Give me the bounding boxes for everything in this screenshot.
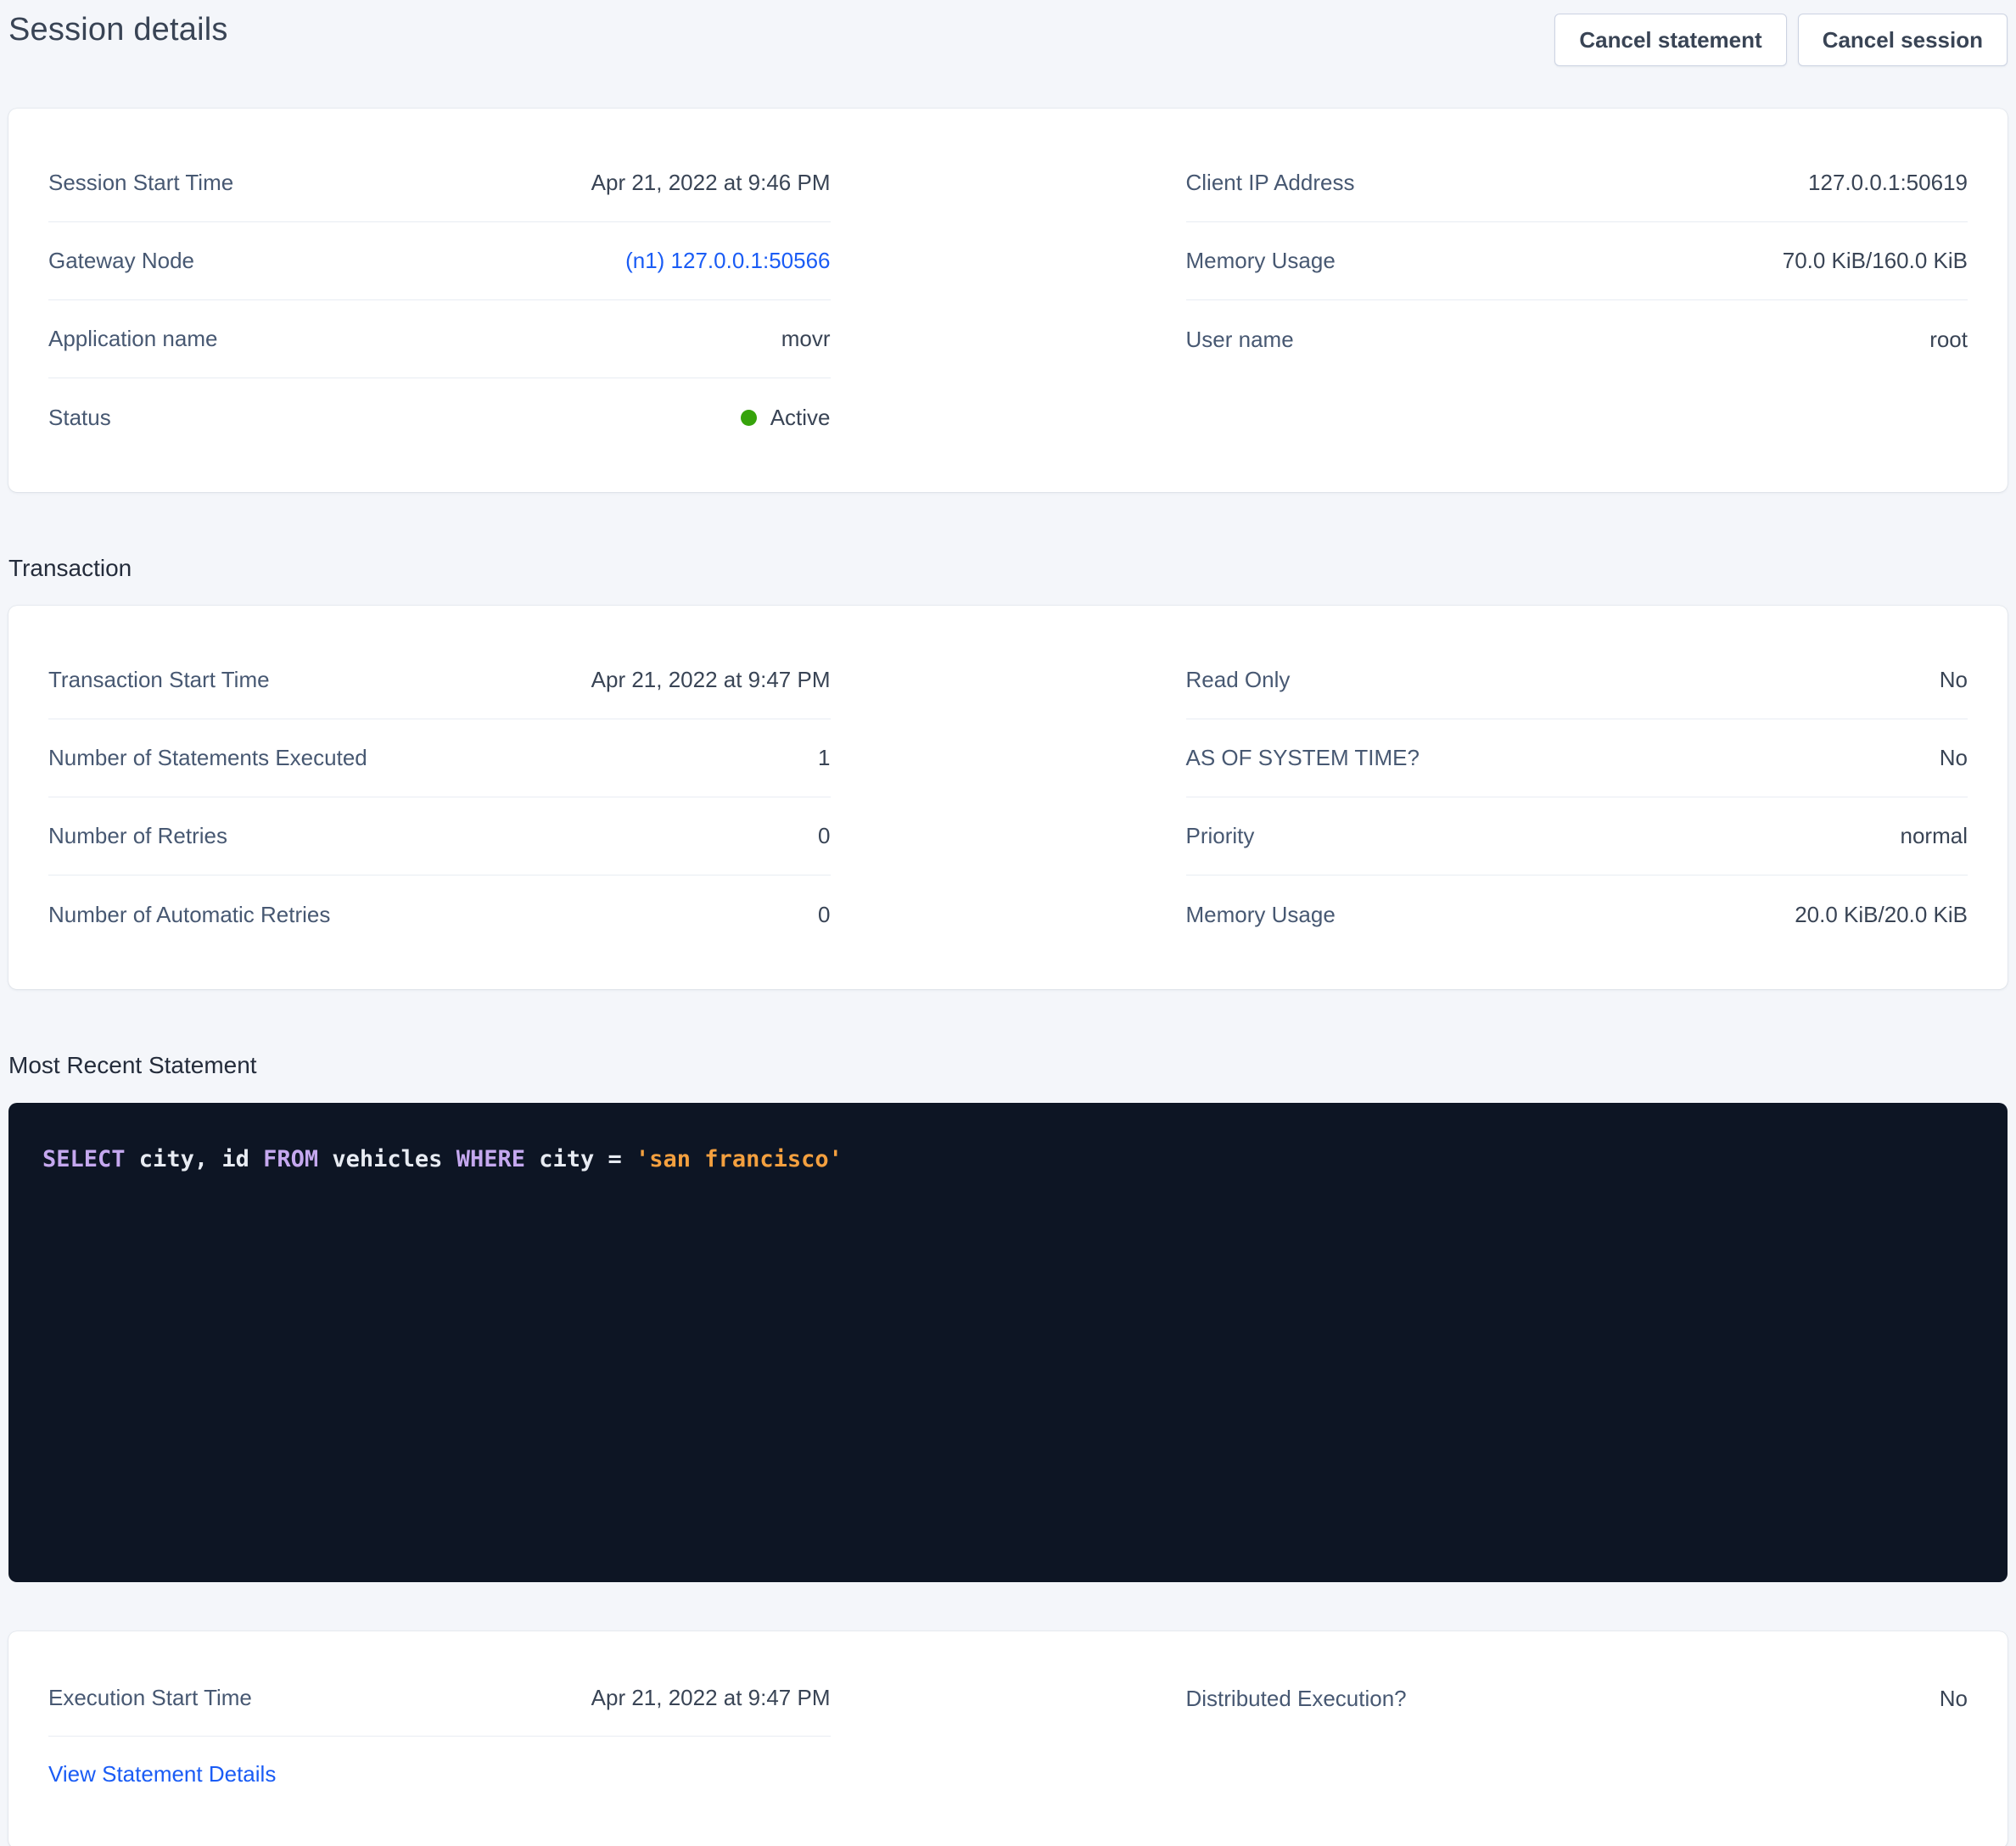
sql-table: vehicles — [318, 1146, 456, 1172]
user-name-value: root — [1929, 327, 1968, 353]
session-start-time-label: Session Start Time — [48, 170, 233, 196]
transaction-left-column: Transaction Start Time Apr 21, 2022 at 9… — [48, 641, 831, 954]
retries-row: Number of Retries 0 — [48, 797, 831, 875]
page-header: Session details Cancel statement Cancel … — [8, 10, 2008, 66]
sql-keyword-from: FROM — [263, 1146, 318, 1172]
client-ip-label: Client IP Address — [1186, 170, 1355, 196]
as-of-system-time-label: AS OF SYSTEM TIME? — [1186, 745, 1420, 771]
session-start-time-value: Apr 21, 2022 at 9:46 PM — [591, 170, 831, 196]
execution-card: Execution Start Time Apr 21, 2022 at 9:4… — [8, 1631, 2008, 1846]
session-memory-usage-value: 70.0 KiB/160.0 KiB — [1783, 248, 1968, 274]
status-row: Status Active — [48, 378, 831, 456]
transaction-start-time-value: Apr 21, 2022 at 9:47 PM — [591, 667, 831, 693]
sql-keyword-where: WHERE — [456, 1146, 525, 1172]
view-statement-details-row: View Statement Details — [48, 1737, 831, 1811]
as-of-system-time-row: AS OF SYSTEM TIME? No — [1186, 719, 1968, 797]
gateway-node-link[interactable]: (n1) 127.0.0.1:50566 — [625, 248, 830, 274]
distributed-execution-row: Distributed Execution? No — [1186, 1660, 1968, 1737]
status-badge: Active — [741, 405, 831, 431]
transaction-start-time-label: Transaction Start Time — [48, 667, 270, 693]
read-only-row: Read Only No — [1186, 641, 1968, 719]
sql-string-literal: 'san francisco' — [636, 1146, 843, 1172]
transaction-section-heading: Transaction — [8, 555, 2008, 582]
view-statement-details-link[interactable]: View Statement Details — [48, 1761, 276, 1787]
transaction-right-column: Read Only No AS OF SYSTEM TIME? No Prior… — [1186, 641, 1968, 954]
execution-start-time-row: Execution Start Time Apr 21, 2022 at 9:4… — [48, 1660, 831, 1737]
execution-left-column: Execution Start Time Apr 21, 2022 at 9:4… — [48, 1660, 831, 1811]
cancel-statement-button[interactable]: Cancel statement — [1554, 14, 1786, 66]
execution-start-time-value: Apr 21, 2022 at 9:47 PM — [591, 1685, 831, 1711]
session-summary-card: Session Start Time Apr 21, 2022 at 9:46 … — [8, 109, 2008, 492]
automatic-retries-label: Number of Automatic Retries — [48, 902, 330, 928]
sql-keyword-select: SELECT — [42, 1146, 126, 1172]
transaction-start-time-row: Transaction Start Time Apr 21, 2022 at 9… — [48, 641, 831, 719]
automatic-retries-row: Number of Automatic Retries 0 — [48, 875, 831, 954]
header-actions: Cancel statement Cancel session — [1554, 14, 2008, 66]
application-name-value: movr — [781, 326, 831, 352]
sql-statement-box: SELECT city, id FROM vehicles WHERE city… — [8, 1103, 2008, 1582]
transaction-memory-usage-row: Memory Usage 20.0 KiB/20.0 KiB — [1186, 875, 1968, 954]
page-title: Session details — [8, 12, 228, 48]
automatic-retries-value: 0 — [818, 902, 830, 928]
statements-executed-value: 1 — [818, 745, 830, 771]
priority-value: normal — [1901, 823, 1968, 849]
client-ip-value: 127.0.0.1:50619 — [1808, 170, 1968, 196]
client-ip-row: Client IP Address 127.0.0.1:50619 — [1186, 144, 1968, 222]
statements-executed-row: Number of Statements Executed 1 — [48, 719, 831, 797]
status-label: Status — [48, 405, 111, 431]
retries-value: 0 — [818, 823, 830, 849]
session-start-time-row: Session Start Time Apr 21, 2022 at 9:46 … — [48, 144, 831, 222]
execution-right-column: Distributed Execution? No — [1186, 1660, 1968, 1737]
as-of-system-time-value: No — [1940, 745, 1968, 771]
statement-section-heading: Most Recent Statement — [8, 1052, 2008, 1079]
distributed-execution-label: Distributed Execution? — [1186, 1686, 1407, 1712]
read-only-label: Read Only — [1186, 667, 1291, 693]
read-only-value: No — [1940, 667, 1968, 693]
cancel-session-button[interactable]: Cancel session — [1798, 14, 2008, 66]
gateway-node-label: Gateway Node — [48, 248, 194, 274]
retries-label: Number of Retries — [48, 823, 227, 849]
application-name-label: Application name — [48, 326, 217, 352]
execution-start-time-label: Execution Start Time — [48, 1685, 252, 1711]
session-summary-left-column: Session Start Time Apr 21, 2022 at 9:46 … — [48, 144, 831, 456]
session-summary-right-column: Client IP Address 127.0.0.1:50619 Memory… — [1186, 144, 1968, 378]
sql-condition: city = — [525, 1146, 636, 1172]
gateway-node-row: Gateway Node (n1) 127.0.0.1:50566 — [48, 222, 831, 300]
sql-statement: SELECT city, id FROM vehicles WHERE city… — [42, 1146, 843, 1172]
distributed-execution-value: No — [1940, 1686, 1968, 1712]
session-memory-usage-label: Memory Usage — [1186, 248, 1336, 274]
session-memory-usage-row: Memory Usage 70.0 KiB/160.0 KiB — [1186, 222, 1968, 300]
status-active-dot-icon — [741, 410, 757, 426]
statements-executed-label: Number of Statements Executed — [48, 745, 367, 771]
user-name-label: User name — [1186, 327, 1294, 353]
sql-columns: city, id — [126, 1146, 264, 1172]
transaction-card: Transaction Start Time Apr 21, 2022 at 9… — [8, 606, 2008, 989]
priority-label: Priority — [1186, 823, 1255, 849]
user-name-row: User name root — [1186, 300, 1968, 378]
application-name-row: Application name movr — [48, 300, 831, 378]
transaction-memory-usage-value: 20.0 KiB/20.0 KiB — [1795, 902, 1968, 928]
transaction-memory-usage-label: Memory Usage — [1186, 902, 1336, 928]
status-value: Active — [770, 405, 831, 431]
priority-row: Priority normal — [1186, 797, 1968, 875]
session-details-page: Session details Cancel statement Cancel … — [0, 0, 2016, 1846]
